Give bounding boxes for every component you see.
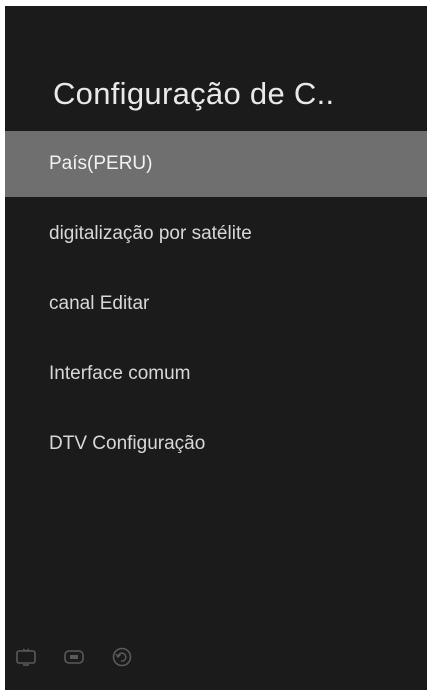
hint-exit <box>63 648 93 666</box>
settings-menu: País(PERU) digitalização por satélite ca… <box>5 131 427 481</box>
menu-item-channel-edit[interactable]: canal Editar <box>5 271 427 337</box>
menu-item-country[interactable]: País(PERU) <box>5 131 427 197</box>
button-hint-bar <box>5 642 427 672</box>
page-title: Configuração de C.. <box>53 76 335 111</box>
tv-icon <box>15 648 37 666</box>
settings-panel: Configuração de C.. País(PERU) digitaliz… <box>5 6 427 690</box>
menu-item-common-interface[interactable]: Interface comum <box>5 341 427 407</box>
exit-button-icon <box>63 648 85 666</box>
back-arrow-icon <box>111 647 133 667</box>
hint-back <box>111 647 141 667</box>
menu-item-satellite-scan[interactable]: digitalização por satélite <box>5 201 427 267</box>
hint-tv <box>15 648 45 666</box>
menu-item-dtv-settings[interactable]: DTV Configuração <box>5 411 427 477</box>
